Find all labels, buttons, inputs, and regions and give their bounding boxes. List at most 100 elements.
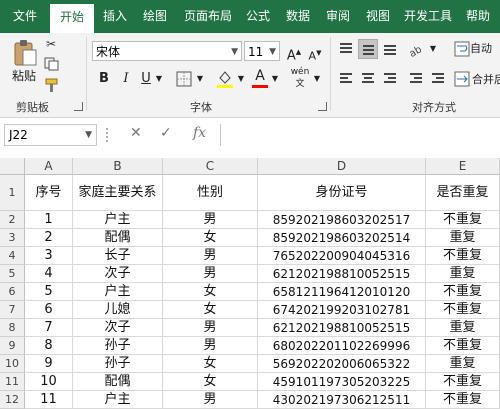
cell-e[interactable]: 重复 (426, 265, 500, 283)
cell-a[interactable]: 3 (25, 247, 73, 265)
font-color-icon[interactable]: A (252, 66, 268, 86)
cell-a[interactable]: 6 (25, 301, 73, 319)
cell-d[interactable]: 569202202006065322 (258, 355, 426, 373)
row-header[interactable]: 1 (0, 175, 25, 211)
column-header-c[interactable]: C (163, 158, 258, 175)
cell-d[interactable]: 765202200904045316 (258, 247, 426, 265)
copy-icon[interactable] (44, 57, 60, 71)
align-top-icon[interactable] (336, 39, 356, 59)
italic-button[interactable]: I (116, 69, 136, 89)
paste-button[interactable]: 粘贴 (12, 67, 36, 84)
row-header[interactable]: 5 (0, 265, 25, 283)
cell-d[interactable]: 621202198810052515 (258, 319, 426, 337)
cell-e[interactable]: 重复 (426, 319, 500, 337)
cell-b[interactable]: 户主 (73, 283, 163, 301)
cell-c[interactable]: 男 (163, 265, 258, 283)
cell-a[interactable]: 7 (25, 319, 73, 337)
wrap-text-icon[interactable] (454, 41, 470, 57)
cell-c[interactable]: 女 (163, 355, 258, 373)
cell-c[interactable]: 女 (163, 229, 258, 247)
tab-draw[interactable]: 绘图 (136, 0, 174, 33)
cell-a[interactable]: 1 (25, 211, 73, 229)
cell-e[interactable]: 不重复 (426, 211, 500, 229)
orientation-icon[interactable]: ab (408, 41, 426, 57)
cell-d[interactable]: 430202197306212511 (258, 391, 426, 409)
paste-icon[interactable] (12, 39, 38, 67)
cell-d[interactable]: 658121196412010120 (258, 283, 426, 301)
align-middle-icon[interactable] (358, 39, 378, 59)
wrap-text-button[interactable]: 自动 (470, 39, 500, 59)
align-center-icon[interactable] (358, 69, 378, 89)
tab-insert[interactable]: 插入 (96, 0, 134, 33)
enter-icon[interactable]: ✓ (160, 125, 172, 141)
column-header-b[interactable]: B (73, 158, 163, 175)
cell-a[interactable]: 8 (25, 337, 73, 355)
name-box[interactable]: J22 ▼ (4, 124, 97, 146)
cell-c[interactable]: 女 (163, 283, 258, 301)
chevron-down-icon[interactable]: ▼ (312, 69, 322, 89)
align-bottom-icon[interactable] (380, 39, 400, 59)
tab-help[interactable]: 帮助 (458, 0, 498, 33)
row-header[interactable]: 11 (0, 373, 25, 391)
cell-b[interactable]: 配偶 (73, 229, 163, 247)
insert-function-icon[interactable]: fx (193, 125, 206, 141)
fill-color-icon[interactable] (216, 69, 234, 89)
row-header[interactable]: 7 (0, 301, 25, 319)
bold-button[interactable]: B (94, 69, 114, 89)
increase-indent-icon[interactable] (428, 69, 448, 89)
underline-button[interactable]: U (136, 69, 156, 89)
cell-c[interactable]: 女 (163, 301, 258, 319)
cell-a[interactable]: 4 (25, 265, 73, 283)
font-launcher-icon[interactable] (318, 102, 327, 111)
header-cell-b[interactable]: 家庭主要关系 (73, 175, 163, 211)
tab-view[interactable]: 视图 (360, 0, 396, 33)
decrease-indent-icon[interactable] (406, 69, 426, 89)
row-header[interactable]: 3 (0, 229, 25, 247)
decrease-font-icon[interactable]: A▼ (306, 43, 324, 63)
merge-center-icon[interactable] (454, 71, 470, 87)
cell-e[interactable]: 不重复 (426, 373, 500, 391)
cell-e[interactable]: 不重复 (426, 247, 500, 265)
cell-b[interactable]: 孙子 (73, 337, 163, 355)
borders-icon[interactable] (176, 71, 192, 87)
cell-e[interactable]: 不重复 (426, 301, 500, 319)
cell-a[interactable]: 2 (25, 229, 73, 247)
formula-bar-grip[interactable] (106, 128, 112, 142)
cell-d[interactable]: 680202201102269996 (258, 337, 426, 355)
chevron-down-icon[interactable]: ▼ (236, 69, 246, 89)
tab-data[interactable]: 数据 (280, 0, 316, 33)
cell-b[interactable]: 次子 (73, 265, 163, 283)
cell-e[interactable]: 不重复 (426, 283, 500, 301)
column-header-d[interactable]: D (258, 158, 426, 175)
align-left-icon[interactable] (336, 69, 356, 89)
cell-e[interactable]: 重复 (426, 355, 500, 373)
cell-c[interactable]: 男 (163, 391, 258, 409)
cell-c[interactable]: 女 (163, 373, 258, 391)
header-cell-c[interactable]: 性别 (163, 175, 258, 211)
cell-b[interactable]: 配偶 (73, 373, 163, 391)
cell-d[interactable]: 621202198810052515 (258, 265, 426, 283)
select-all-corner[interactable] (0, 158, 25, 175)
row-header[interactable]: 8 (0, 319, 25, 337)
row-header[interactable]: 9 (0, 337, 25, 355)
cell-b[interactable]: 儿媳 (73, 301, 163, 319)
column-header-a[interactable]: A (25, 158, 73, 175)
cell-b[interactable]: 户主 (73, 391, 163, 409)
cell-a[interactable]: 5 (25, 283, 73, 301)
font-size-select[interactable]: 11 ▼ (244, 41, 280, 61)
header-cell-e[interactable]: 是否重复 (426, 175, 500, 211)
font-name-select[interactable]: 宋体 ▼ (92, 41, 242, 61)
row-header[interactable]: 12 (0, 391, 25, 409)
cell-a[interactable]: 11 (25, 391, 73, 409)
tab-review[interactable]: 审阅 (320, 0, 356, 33)
row-header[interactable]: 4 (0, 247, 25, 265)
column-header-e[interactable]: E (426, 158, 500, 175)
cut-icon[interactable]: ✂ (46, 37, 56, 51)
cell-c[interactable]: 男 (163, 319, 258, 337)
align-right-icon[interactable] (380, 69, 400, 89)
tab-page-layout[interactable]: 页面布局 (178, 0, 238, 33)
merge-center-button[interactable]: 合并后 (472, 70, 500, 90)
chevron-down-icon[interactable]: ▼ (428, 39, 438, 59)
format-painter-icon[interactable] (44, 77, 60, 93)
cell-d[interactable]: 859202198603202514 (258, 229, 426, 247)
